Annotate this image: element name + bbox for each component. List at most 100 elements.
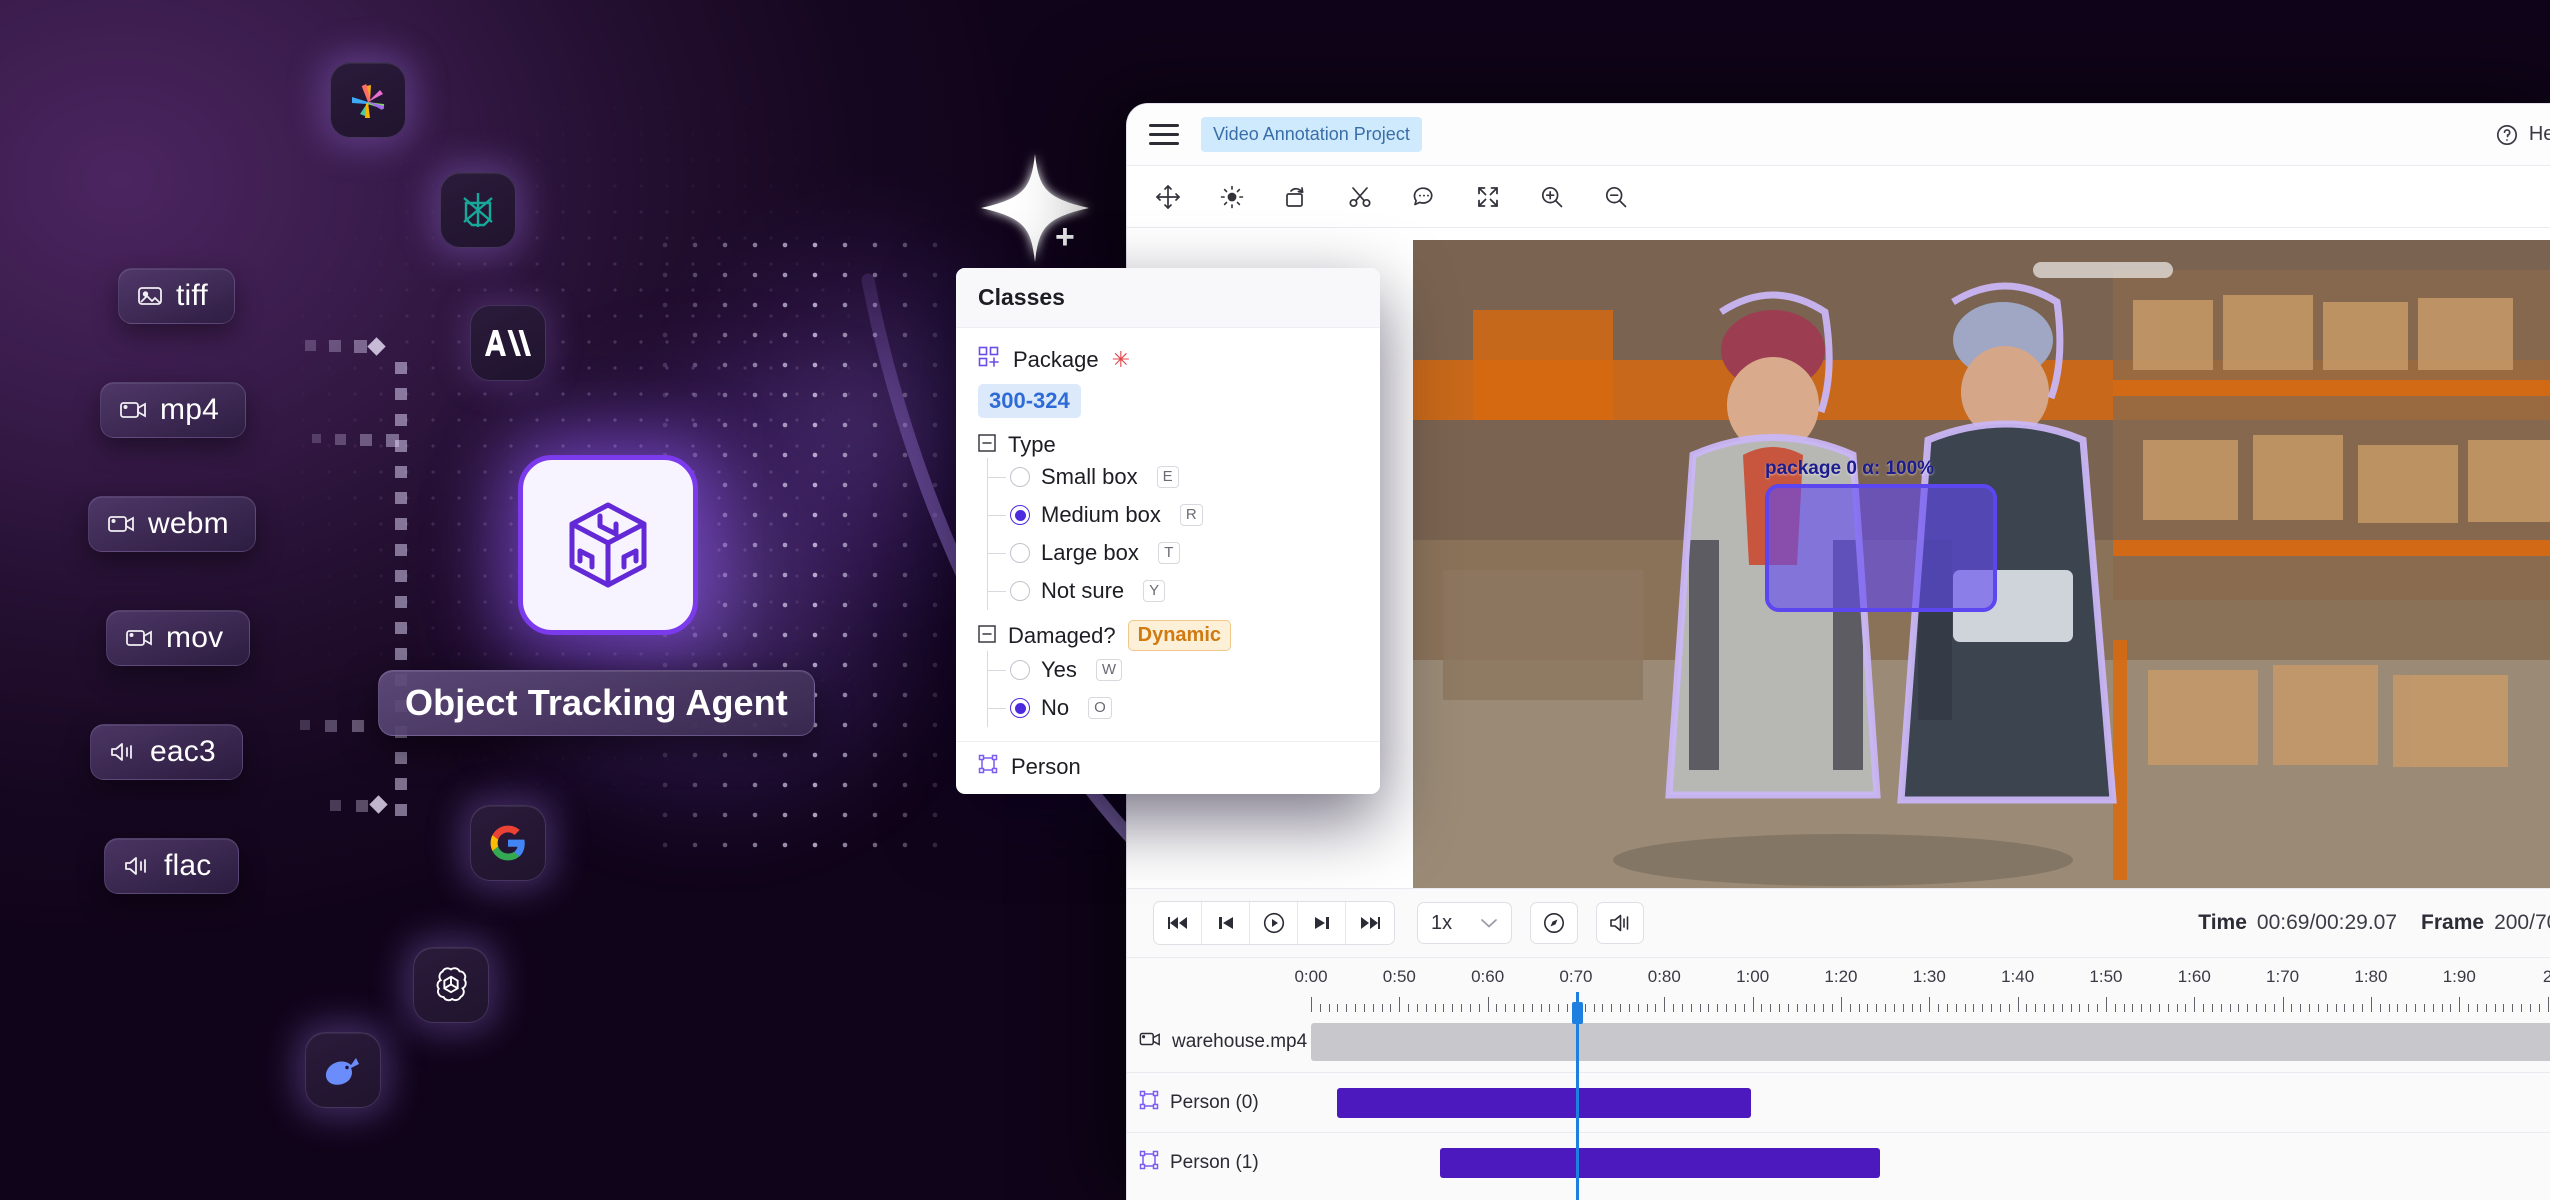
rotate-rect-icon xyxy=(1286,186,1304,207)
play-button[interactable] xyxy=(1250,902,1298,944)
ruler-tick xyxy=(2529,1004,2531,1012)
ruler-tick xyxy=(2459,997,2461,1012)
ruler-tick xyxy=(1946,1004,1948,1012)
plus-icon[interactable]: + xyxy=(1055,220,1075,254)
ruler-tick xyxy=(1681,1004,1683,1012)
ruler-tick xyxy=(1531,1004,1533,1012)
anthropic-logo-tile xyxy=(470,305,546,381)
timeline-playhead[interactable] xyxy=(1571,992,1583,1200)
radio-button[interactable] xyxy=(1010,660,1030,680)
annotation-label: package 0 α: 100% xyxy=(1765,458,1935,479)
radio-button[interactable] xyxy=(1010,505,1030,525)
previous-frame-button[interactable] xyxy=(1202,902,1250,944)
ruler-tick xyxy=(2211,1004,2213,1012)
ruler-tick xyxy=(1902,1004,1904,1012)
classes-panel-header: Classes xyxy=(956,268,1380,328)
move-tool[interactable] xyxy=(1153,182,1183,212)
skip-back-button[interactable] xyxy=(1154,902,1202,944)
rotate-tool[interactable] xyxy=(1281,182,1311,212)
hotkey-badge: Y xyxy=(1143,579,1166,603)
format-chip-flac[interactable]: flac xyxy=(104,838,239,894)
radio-button[interactable] xyxy=(1010,698,1030,718)
frame-value: 200/700 xyxy=(2494,911,2550,934)
comment-tool[interactable] xyxy=(1409,182,1439,212)
instance-badge[interactable]: 300-324 xyxy=(978,384,1081,418)
ruler-tick xyxy=(2512,1004,2514,1012)
timeline-track[interactable]: Person (0) xyxy=(1127,1072,2550,1132)
project-title[interactable]: Video Annotation Project xyxy=(1201,117,1422,152)
hamburger-icon[interactable] xyxy=(1149,124,1179,145)
next-frame-button[interactable] xyxy=(1298,902,1346,944)
ruler-tick xyxy=(1787,1004,1789,1012)
ruler-tick xyxy=(2229,1004,2231,1012)
radio-option[interactable]: Medium box R xyxy=(988,496,1358,534)
brightness-tool[interactable] xyxy=(1217,182,1247,212)
playback-bar: 1x Time 00:69/00:29.07 Frame 200/700 xyxy=(1127,888,2550,958)
track-bar[interactable] xyxy=(1336,1087,1751,1118)
ruler-tick xyxy=(1514,1004,1516,1012)
attribute-label: Damaged? xyxy=(1008,622,1116,648)
ruler-tick xyxy=(2264,1004,2266,1012)
ruler-tick xyxy=(1867,1004,1869,1012)
help-label[interactable]: Help xyxy=(2529,123,2550,146)
timeline-track[interactable]: warehouse.mp4 xyxy=(1127,1012,2550,1072)
package-bounding-box[interactable] xyxy=(1765,484,1997,612)
minus-square-icon[interactable] xyxy=(978,432,996,458)
attribute-group: Type Small box E Medium box R Large box T Not s… xyxy=(978,432,1358,610)
ruler-tick xyxy=(1522,1004,1524,1012)
radio-label: No xyxy=(1041,695,1070,720)
attribute-header[interactable]: Damaged? Dynamic xyxy=(978,620,1358,651)
classes-panel-body: Package ✳ 300-324 Type Small box E Medium box R… xyxy=(956,328,1380,794)
canvas-scrub-thumb[interactable] xyxy=(2033,262,2173,278)
hotkey-badge: E xyxy=(1156,465,1179,489)
ruler-tick xyxy=(1796,1004,1798,1012)
format-chip-eac3[interactable]: eac3 xyxy=(90,724,243,780)
radio-button[interactable] xyxy=(1010,543,1030,563)
timeline-track[interactable]: Person (1) xyxy=(1127,1132,2550,1192)
skip-forward-button[interactable] xyxy=(1346,902,1394,944)
radio-button[interactable] xyxy=(1010,467,1030,487)
object-tracking-agent-card[interactable] xyxy=(518,455,698,635)
keypoint-icon xyxy=(1139,1150,1159,1176)
ruler-tick xyxy=(1602,1004,1604,1012)
ruler-tick xyxy=(2503,1004,2505,1012)
radio-option[interactable]: Not sure Y xyxy=(988,572,1358,610)
radio-option[interactable]: Small box E xyxy=(988,458,1358,496)
track-bar[interactable] xyxy=(1440,1147,1881,1178)
format-chip-mp4[interactable]: mp4 xyxy=(100,382,246,438)
track-bar[interactable] xyxy=(1311,1023,2550,1061)
timeline: 0:00 0:50 0:60 0:70 0:80 1:00 1:20 1:30 1:40 1:50… xyxy=(1127,958,2550,1200)
cut-tool[interactable] xyxy=(1345,182,1375,212)
format-chip-mov[interactable]: mov xyxy=(106,610,251,666)
attribute-header[interactable]: Type xyxy=(978,432,1358,458)
ruler-tick xyxy=(1478,1004,1480,1012)
chevron-down-icon xyxy=(1481,919,1497,928)
fullscreen-tool[interactable] xyxy=(1473,182,1503,212)
volume-button[interactable] xyxy=(1596,902,1645,944)
format-chip-webm[interactable]: webm xyxy=(88,496,256,552)
radio-option[interactable]: Yes W xyxy=(988,651,1358,689)
class-entry-header[interactable]: Person xyxy=(978,754,1358,780)
radio-option[interactable]: Large box T xyxy=(988,534,1358,572)
ruler-tick xyxy=(1311,997,1312,1012)
class-entry-header[interactable]: Package ✳ xyxy=(978,346,1358,374)
ruler-tick xyxy=(1540,1004,1542,1012)
ruler-tick xyxy=(1443,1004,1445,1012)
ruler-tick xyxy=(2070,1004,2072,1012)
image-icon xyxy=(138,287,162,305)
ruler-tick xyxy=(1955,1004,1957,1012)
minus-square-icon[interactable] xyxy=(978,623,996,649)
video-frame[interactable]: package 0 α: 100% xyxy=(1413,240,2550,888)
loop-button[interactable] xyxy=(1530,902,1579,944)
hotkey-badge: T xyxy=(1157,541,1180,565)
question-circle-icon[interactable] xyxy=(2495,123,2519,147)
zoom-out-tool[interactable] xyxy=(1601,182,1631,212)
radio-option[interactable]: No O xyxy=(988,689,1358,727)
ruler-tick xyxy=(1593,1004,1595,1012)
ruler-tick xyxy=(2547,997,2549,1012)
ruler-tick xyxy=(2406,1004,2408,1012)
format-chip-tiff[interactable]: tiff xyxy=(118,268,235,324)
zoom-in-tool[interactable] xyxy=(1537,182,1567,212)
playback-speed-select[interactable]: 1x xyxy=(1417,902,1513,944)
radio-button[interactable] xyxy=(1010,581,1030,601)
